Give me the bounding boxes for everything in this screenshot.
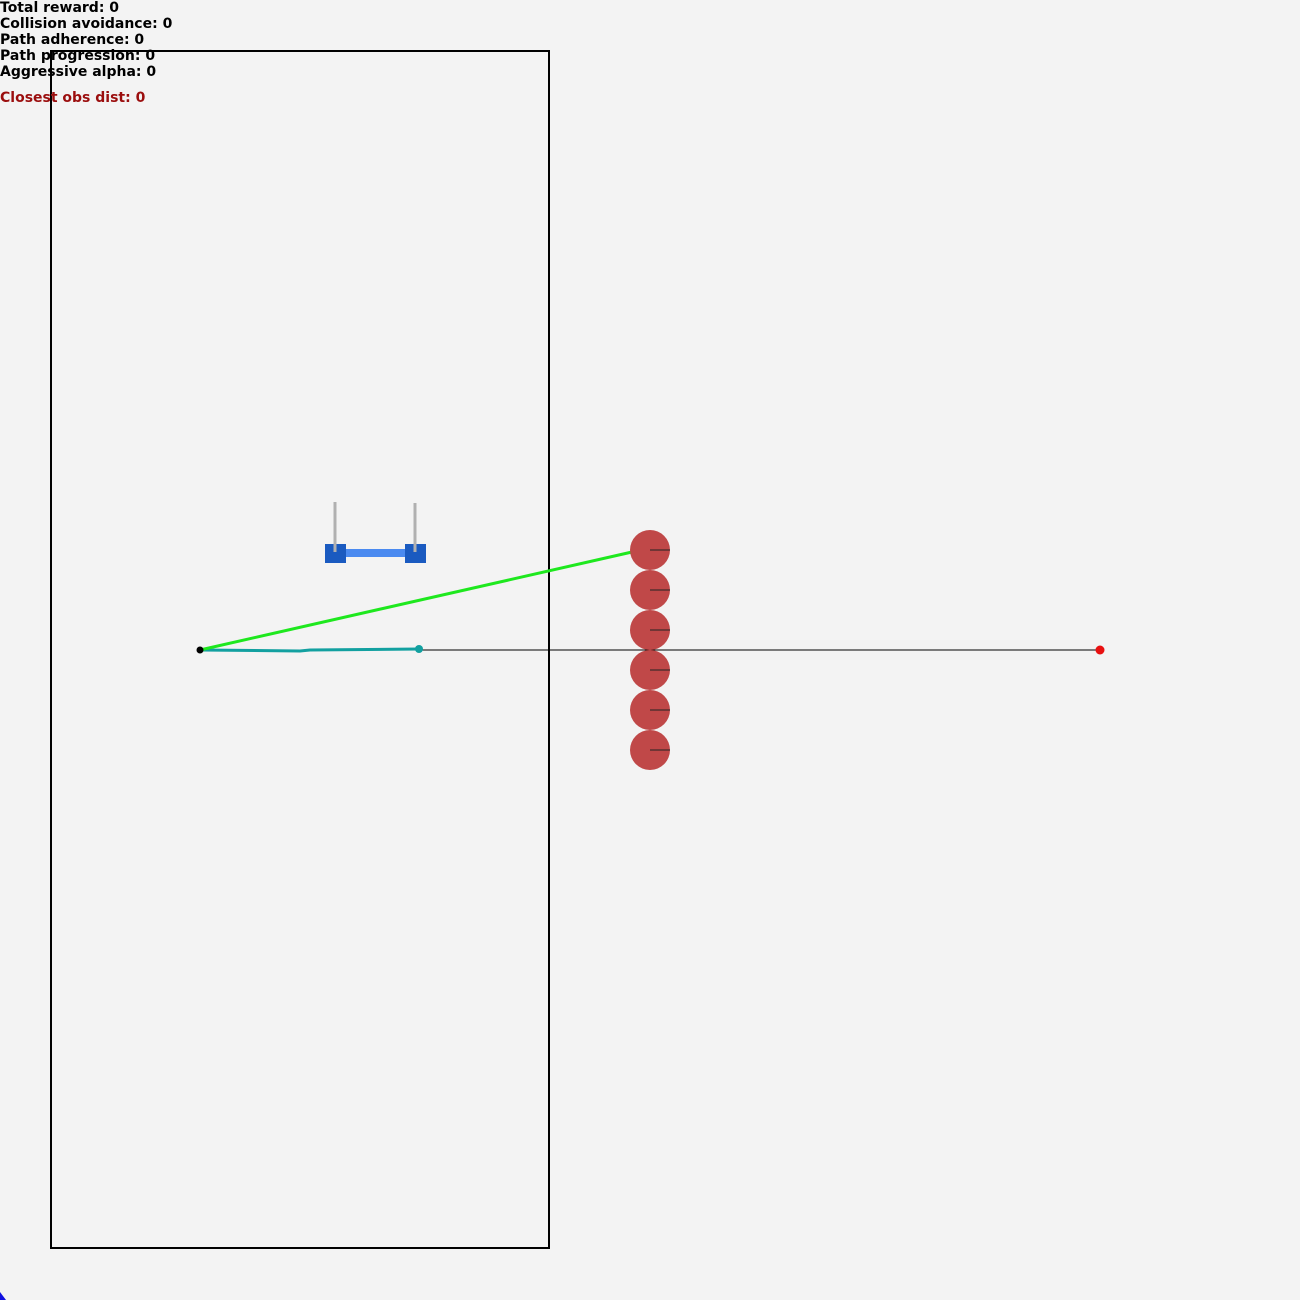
obstacle bbox=[630, 650, 670, 690]
path-adherence-label: Path adherence: 0 bbox=[0, 32, 145, 48]
obstacle bbox=[630, 610, 670, 650]
lookahead-ray bbox=[199, 550, 633, 652]
collision-avoidance-label: Collision avoidance: 0 bbox=[0, 16, 173, 32]
path-progression-label: Path progression: 0 bbox=[0, 48, 156, 64]
obstacle bbox=[630, 570, 670, 610]
aggressive-alpha-label: Aggressive alpha: 0 bbox=[0, 64, 157, 80]
origin-marker-icon bbox=[0, 1292, 6, 1300]
robot-icon bbox=[325, 502, 426, 563]
closest-obstacle-distance-label: Closest obs dist: 0 bbox=[0, 90, 146, 106]
total-reward-label: Total reward: 0 bbox=[0, 0, 120, 16]
start-point-icon bbox=[196, 646, 204, 654]
obstacle bbox=[630, 690, 670, 730]
goal-point-icon bbox=[1095, 645, 1105, 655]
agent-trajectory bbox=[199, 647, 420, 653]
robot-axle bbox=[340, 549, 412, 557]
obstacle bbox=[630, 730, 670, 770]
simulation-canvas bbox=[0, 50, 1105, 1300]
obstacle bbox=[630, 530, 670, 570]
agent-position-marker bbox=[415, 645, 423, 653]
